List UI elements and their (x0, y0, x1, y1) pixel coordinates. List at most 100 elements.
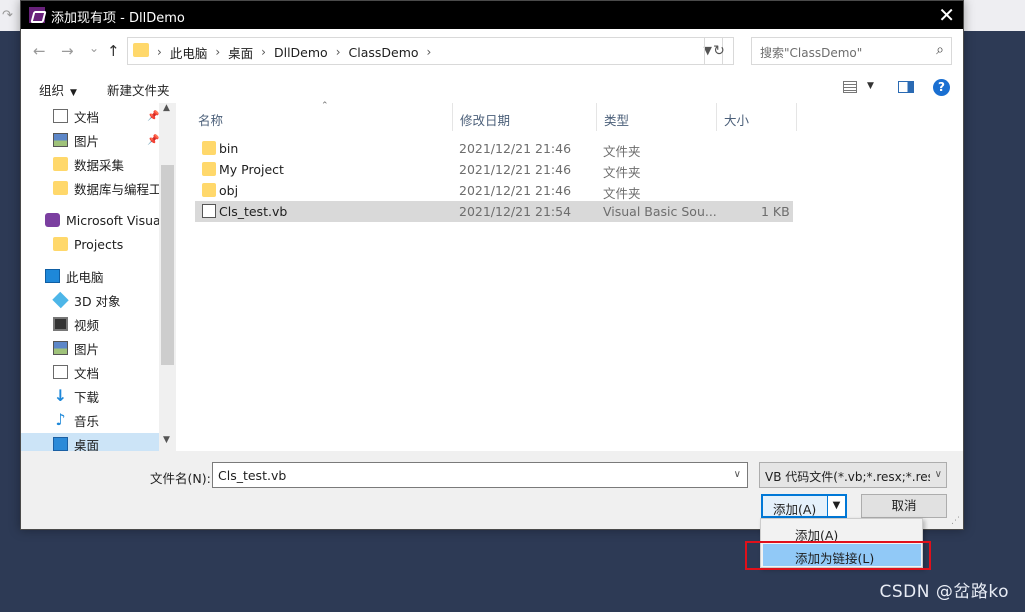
sidebar-item-label: 文档 (74, 365, 100, 381)
folder-icon (202, 162, 216, 176)
file-list: ⌃ 名称 修改日期 类型 大小 bin 2021/12/21 21:46 文件夹 … (191, 101, 963, 451)
breadcrumb-desktop[interactable]: 桌面 (223, 43, 258, 62)
sidebar-item-pictures-quick[interactable]: 图片 (53, 129, 99, 151)
sidebar-item-label: 视频 (74, 317, 100, 333)
highlight-annotation-box (745, 541, 931, 570)
folder-icon (202, 183, 216, 197)
file-row-bin[interactable]: bin 2021/12/21 21:46 文件夹 (195, 138, 793, 159)
sidebar-item-downloads[interactable]: ↓ 下载 (53, 385, 99, 407)
sidebar-item-data-collection[interactable]: 数据采集 (53, 153, 124, 175)
folder-icon (53, 237, 68, 251)
filename-input[interactable]: Cls_test.vb ∨ (212, 462, 748, 488)
back-arrow-icon[interactable]: ← (33, 42, 46, 60)
sidebar-item-this-pc[interactable]: 此电脑 (45, 265, 104, 287)
vb-file-icon (202, 204, 216, 218)
help-icon[interactable]: ? (933, 79, 950, 96)
sidebar-item-documents-quick[interactable]: 文档 (53, 105, 99, 127)
column-header-size[interactable]: 大小 (717, 103, 797, 131)
column-header-date[interactable]: 修改日期 (453, 103, 597, 131)
sidebar-item-3d-objects[interactable]: 3D 对象 (52, 289, 121, 311)
file-row-obj[interactable]: obj 2021/12/21 21:46 文件夹 (195, 180, 793, 201)
chevron-down-icon[interactable]: ▼ (867, 81, 874, 91)
breadcrumb-separator[interactable]: › (424, 45, 435, 59)
sidebar-item-videos[interactable]: 视频 (53, 313, 99, 335)
filename-value: Cls_test.vb (218, 468, 287, 483)
new-folder-button[interactable]: 新建文件夹 (107, 80, 170, 99)
recent-locations-icon[interactable]: ⌄ (89, 41, 99, 55)
file-row-cls-test[interactable]: Cls_test.vb 2021/12/21 21:54 Visual Basi… (195, 201, 793, 222)
breadcrumb-separator[interactable]: › (154, 45, 165, 59)
file-name: My Project (219, 162, 284, 177)
search-icon[interactable]: ⌕ (936, 42, 944, 58)
sidebar-item-label: Microsoft Visual (66, 212, 165, 228)
chevron-down-icon[interactable]: ▼ (163, 435, 170, 445)
resize-grip-icon[interactable]: ⋰ (951, 516, 960, 526)
sidebar-item-label: 桌面 (74, 437, 100, 452)
sidebar-item-projects[interactable]: Projects (53, 233, 123, 255)
sidebar-item-pictures[interactable]: 图片 (53, 337, 99, 359)
document-icon (53, 109, 68, 123)
sidebar-item-label: 数据采集 (74, 157, 125, 173)
add-dropdown-arrow-icon[interactable]: ▼ (827, 496, 845, 516)
sort-ascending-icon: ⌃ (321, 101, 329, 111)
up-arrow-icon[interactable]: ↑ (107, 42, 120, 60)
sidebar-item-label: 图片 (74, 341, 100, 357)
column-name-label: 名称 (198, 113, 224, 128)
file-type: 文件夹 (603, 144, 641, 159)
organize-label: 组织 (39, 83, 65, 98)
breadcrumb-classdemo[interactable]: ClassDemo (344, 45, 424, 60)
navigation-pane: 文档 📌 图片 📌 数据采集 数据库与编程工... Microsoft Visu… (21, 103, 177, 451)
file-name: Cls_test.vb (219, 204, 288, 219)
visual-studio-icon (45, 213, 60, 227)
chevron-up-icon[interactable]: ▲ (163, 103, 170, 113)
sidebar-item-microsoft-visual[interactable]: Microsoft Visual (45, 209, 164, 231)
command-bar: 组织 ▼ 新建文件夹 ▼ ? (21, 71, 963, 103)
forward-arrow-icon[interactable]: → (61, 42, 74, 60)
scrollbar-thumb[interactable] (161, 165, 174, 365)
chevron-down-icon: ∨ (934, 469, 942, 480)
breadcrumb-dlldemo[interactable]: DllDemo (269, 45, 333, 60)
address-bar[interactable]: › 此电脑 › 桌面 › DllDemo › ClassDemo › ▼ (127, 37, 723, 65)
file-date: 2021/12/21 21:46 (459, 183, 572, 198)
breadcrumb-this-pc[interactable]: 此电脑 (165, 43, 213, 62)
folder-icon (202, 141, 216, 155)
file-row-my-project[interactable]: My Project 2021/12/21 21:46 文件夹 (195, 159, 793, 180)
folder-icon (53, 181, 68, 195)
folder-icon (53, 157, 68, 171)
close-icon[interactable]: ✕ (938, 3, 955, 27)
view-options-icon[interactable] (843, 81, 857, 93)
file-name: obj (219, 183, 239, 198)
breadcrumb-separator[interactable]: › (212, 45, 223, 59)
sidebar-scrollbar[interactable]: ▲ ▼ (159, 103, 176, 451)
download-icon: ↓ (53, 386, 68, 405)
music-icon: ♪ (55, 410, 66, 429)
file-type: 文件夹 (603, 165, 641, 180)
sidebar-item-desktop[interactable]: 桌面 (21, 433, 159, 451)
chevron-down-icon[interactable]: ∨ (734, 469, 741, 480)
title-bar: 添加现有项 - DllDemo ✕ (21, 1, 963, 29)
breadcrumb-separator[interactable]: › (333, 45, 344, 59)
chevron-down-icon: ▼ (70, 88, 77, 98)
cancel-button[interactable]: 取消 (861, 494, 947, 518)
navigation-bar: ← → ⌄ ↑ › 此电脑 › 桌面 › DllDemo › ClassDemo… (21, 29, 963, 71)
preview-pane-icon[interactable] (898, 81, 914, 93)
organize-button[interactable]: 组织 ▼ (39, 80, 77, 99)
breadcrumb-separator[interactable]: › (258, 45, 269, 59)
document-icon (53, 365, 68, 379)
refresh-icon[interactable]: ↻ (704, 37, 734, 65)
add-button-label: 添加(A) (773, 502, 817, 517)
filename-label: 文件名(N): (150, 471, 211, 486)
menu-item-add[interactable]: 添加(A) (763, 521, 921, 543)
watermark: CSDN @岔路ko (879, 582, 1009, 602)
file-size: 1 KB (761, 204, 790, 219)
computer-icon (45, 269, 60, 283)
sidebar-item-database-tools[interactable]: 数据库与编程工... (53, 177, 173, 199)
file-type-filter[interactable]: VB 代码文件(*.vb;*.resx;*.resw ∨ (759, 462, 947, 488)
sidebar-item-label: 下载 (74, 389, 100, 405)
column-header-type[interactable]: 类型 (597, 103, 717, 131)
search-input[interactable]: 搜索"ClassDemo" ⌕ (751, 37, 952, 65)
sidebar-item-music[interactable]: ♪ 音乐 (53, 409, 99, 431)
sidebar-item-documents[interactable]: 文档 (53, 361, 99, 383)
add-split-button[interactable]: 添加(A) ▼ (761, 494, 847, 518)
column-header-name[interactable]: ⌃ 名称 (191, 101, 453, 131)
